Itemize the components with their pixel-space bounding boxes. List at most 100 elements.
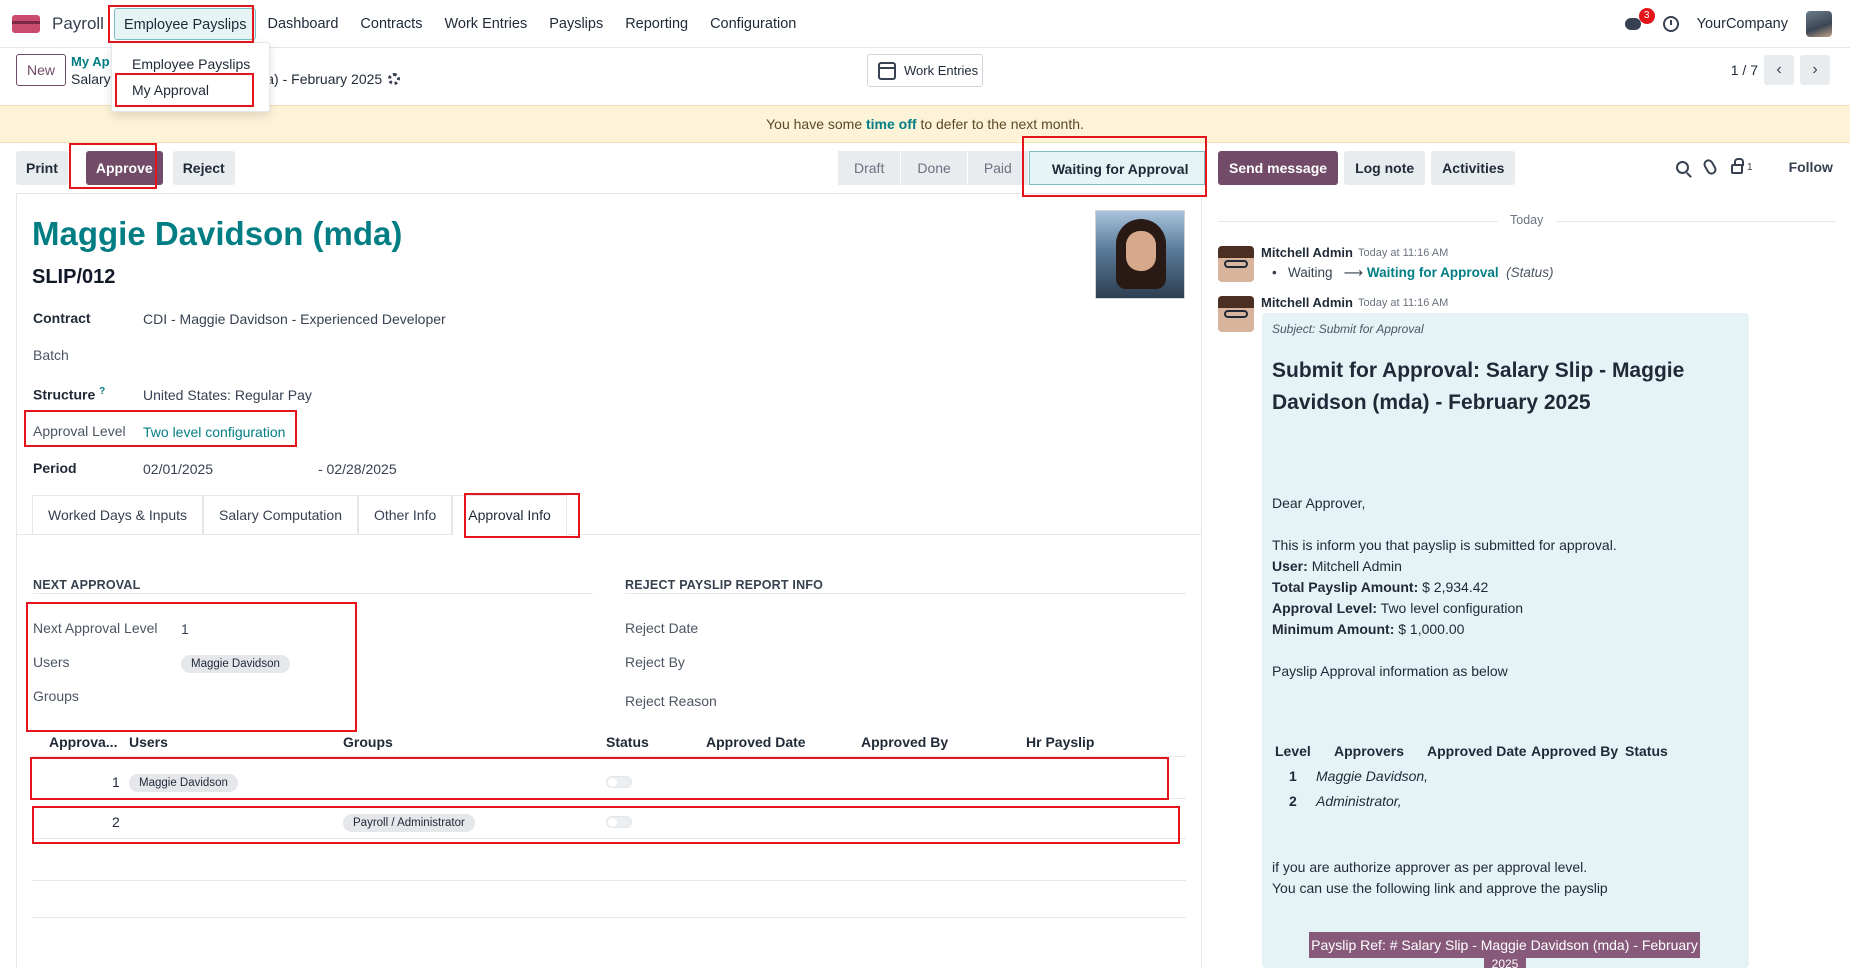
stage-waiting-for-approval[interactable]: Waiting for Approval	[1028, 151, 1206, 185]
mail-greeting: Dear Approver,	[1272, 495, 1366, 511]
user-avatar[interactable]	[1806, 11, 1832, 37]
activities-clock-icon[interactable]	[1662, 16, 1679, 32]
row1-user[interactable]: Maggie Davidson	[129, 773, 238, 792]
row2-group[interactable]: Payroll / Administrator	[343, 813, 475, 832]
next-approval-level-label: Next Approval Level	[33, 620, 158, 636]
work-entries-smart-button[interactable]: Work Entries	[867, 54, 983, 87]
stage-done[interactable]: Done	[901, 151, 968, 185]
new-button[interactable]: New	[16, 54, 66, 86]
send-message-button[interactable]: Send message	[1218, 151, 1339, 185]
user-tag[interactable]: Maggie Davidson	[181, 655, 290, 673]
structure-label: Structure ?	[33, 386, 105, 403]
message1-author[interactable]: Mitchell Admin	[1261, 245, 1353, 260]
company-switcher[interactable]: YourCompany	[1697, 16, 1788, 32]
reject-by-label: Reject By	[625, 654, 685, 670]
pager-value[interactable]: 1 / 7	[1731, 62, 1758, 78]
row1-status-toggle[interactable]	[606, 776, 632, 788]
log-note-button[interactable]: Log note	[1344, 151, 1426, 185]
dropdown-item-my-approval[interactable]: My Approval	[112, 77, 269, 103]
menu-contracts[interactable]: Contracts	[349, 8, 433, 40]
stage-draft[interactable]: Draft	[838, 151, 902, 185]
structure-label-text: Structure	[33, 386, 96, 403]
menu-work-entries[interactable]: Work Entries	[433, 8, 538, 40]
search-icon[interactable]	[1676, 160, 1689, 174]
row2-level[interactable]: 2	[112, 814, 120, 830]
top-navbar: Payroll Employee Payslips Dashboard Cont…	[0, 0, 1850, 48]
breadcrumb-parent[interactable]: My Ap	[71, 54, 110, 69]
contract-label: Contract	[33, 310, 91, 326]
menu-dashboard[interactable]: Dashboard	[256, 8, 349, 40]
form-action-buttons: Print Approve Reject	[16, 151, 235, 185]
breadcrumb-current-prefix: Salary	[71, 71, 111, 87]
contract-value[interactable]: CDI - Maggie Davidson - Experienced Deve…	[143, 311, 446, 327]
next-approval-rule	[33, 593, 593, 594]
author-avatar[interactable]	[1218, 246, 1254, 282]
employee-name[interactable]: Maggie Davidson (mda)	[32, 215, 402, 253]
structure-help-icon[interactable]: ?	[99, 386, 105, 397]
activities-button[interactable]: Activities	[1431, 151, 1516, 185]
structure-value[interactable]: United States: Regular Pay	[143, 387, 312, 403]
reject-date-label: Reject Date	[625, 620, 699, 636]
reject-button[interactable]: Reject	[172, 151, 235, 185]
print-button[interactable]: Print	[16, 151, 68, 185]
mail-total-label: Total Payslip Amount:	[1272, 579, 1419, 595]
tab-salary-computation[interactable]: Salary Computation	[203, 495, 358, 535]
status-stages: Draft Done Paid Waiting for Approval	[838, 151, 1206, 185]
approve-button[interactable]: Approve	[85, 151, 163, 185]
period-from[interactable]: 02/01/2025	[143, 461, 213, 477]
col-approval-level[interactable]: Approva...	[49, 734, 117, 750]
dropdown-item-employee-payslips[interactable]: Employee Payslips	[112, 51, 269, 77]
messages-icon[interactable]: 3	[1623, 8, 1655, 33]
col-users[interactable]: Users	[129, 734, 168, 750]
message1-tracking: • Waiting ⟶ Waiting for Approval (Status…	[1272, 265, 1553, 281]
payslip-ref-button[interactable]: Payslip Ref: # Salary Slip - Maggie Davi…	[1309, 932, 1700, 958]
pager-previous-button[interactable]: ‹	[1764, 55, 1794, 85]
menu-reporting[interactable]: Reporting	[614, 8, 699, 40]
banner-time-off-link[interactable]: time off	[866, 116, 917, 132]
tracking-field: (Status)	[1506, 265, 1554, 280]
today-rule-right	[1556, 221, 1836, 222]
message2-time: Today at 11:16 AM	[1358, 297, 1449, 309]
paperclip-icon[interactable]	[1701, 157, 1719, 177]
chatter-buttons: Send message Log note Activities	[1218, 151, 1516, 185]
payslip-ref-button-wrap[interactable]: 2025	[1484, 957, 1526, 968]
col-status[interactable]: Status	[606, 734, 649, 750]
stage-paid[interactable]: Paid	[967, 151, 1029, 185]
menu-configuration[interactable]: Configuration	[699, 8, 807, 40]
approval-level-value[interactable]: Two level configuration	[143, 424, 285, 440]
follow-button[interactable]: Follow	[1789, 159, 1833, 175]
tracking-bullet: •	[1272, 265, 1277, 280]
app-brand[interactable]: Payroll	[12, 14, 104, 34]
employee-photo[interactable]	[1095, 210, 1185, 299]
next-approval-level-value[interactable]: 1	[181, 621, 189, 637]
row1-level[interactable]: 1	[112, 774, 120, 790]
users-value[interactable]: Maggie Davidson	[181, 654, 290, 673]
breadcrumb-current-suffix: nda) - February 2025	[250, 71, 383, 87]
reject-info-title: REJECT PAYSLIP REPORT INFO	[625, 578, 824, 592]
menu-payslips[interactable]: Payslips	[538, 8, 614, 40]
mail-row2-approvers: Administrator,	[1316, 793, 1402, 809]
chatter-tools: 1 Follow	[1676, 157, 1833, 177]
message2-author[interactable]: Mitchell Admin	[1261, 295, 1353, 310]
period-to[interactable]: - 02/28/2025	[318, 461, 397, 477]
tab-other-info[interactable]: Other Info	[357, 495, 453, 535]
chevron-right-icon: ›	[1812, 61, 1818, 78]
tab-approval-info[interactable]: Approval Info	[452, 495, 567, 535]
col-approved-by[interactable]: Approved By	[861, 734, 948, 750]
mail-col-approved-by: Approved By	[1531, 743, 1619, 759]
row1-user-tag[interactable]: Maggie Davidson	[129, 774, 238, 792]
row2-status-toggle[interactable]	[606, 816, 632, 828]
slip-number[interactable]: SLIP/012	[32, 266, 115, 289]
col-groups[interactable]: Groups	[343, 734, 393, 750]
gear-icon[interactable]	[388, 73, 401, 85]
mail-col-approved-date: Approved Date	[1427, 743, 1527, 759]
avatar-glasses	[1224, 260, 1248, 268]
col-approved-date[interactable]: Approved Date	[706, 734, 806, 750]
followers-button[interactable]: 1	[1731, 158, 1753, 174]
menu-employee-payslips[interactable]: Employee Payslips	[113, 7, 257, 40]
col-hr-payslip[interactable]: Hr Payslip	[1026, 734, 1094, 750]
pager-next-button[interactable]: ›	[1800, 55, 1830, 85]
tab-worked-days[interactable]: Worked Days & Inputs	[32, 495, 204, 535]
author-avatar-2[interactable]	[1218, 296, 1254, 332]
row2-group-tag[interactable]: Payroll / Administrator	[343, 814, 475, 832]
